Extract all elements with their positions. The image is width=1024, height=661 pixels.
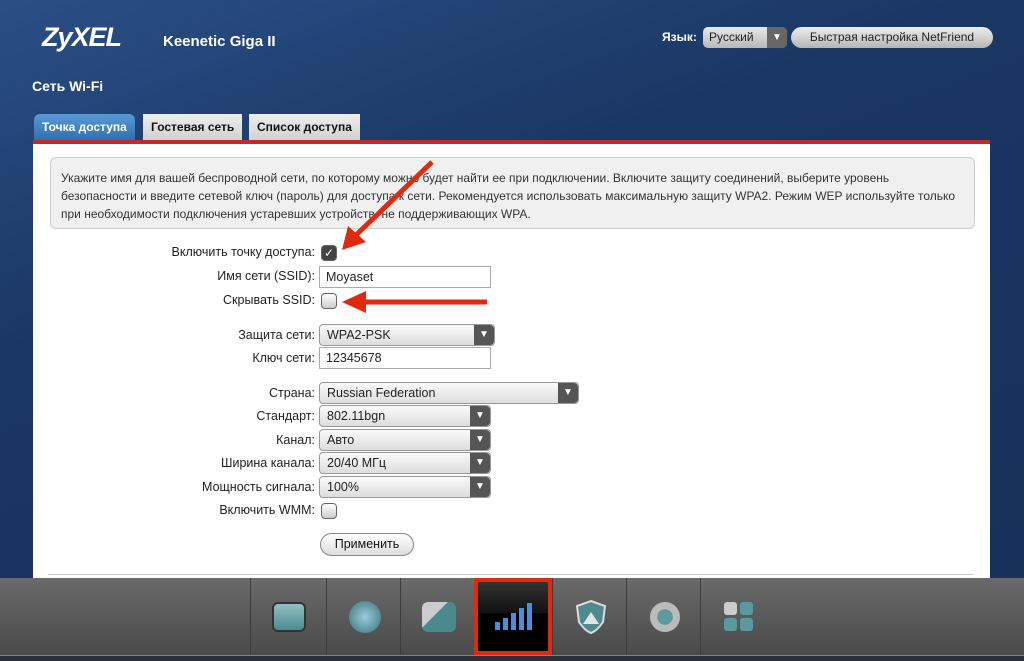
shield-icon <box>575 599 606 634</box>
network-computers-icon <box>421 601 456 632</box>
nav-wifi[interactable] <box>474 578 552 655</box>
nav-monitor[interactable] <box>250 578 326 655</box>
arrow-to-enable-ap <box>342 160 434 250</box>
gear-icon <box>649 601 680 632</box>
monitor-chart-icon <box>271 601 306 632</box>
bottom-strip <box>0 655 1024 661</box>
nav-home-network[interactable] <box>400 578 476 655</box>
nav-system[interactable] <box>626 578 702 655</box>
arrow-to-hide-ssid <box>342 291 487 313</box>
nav-security[interactable] <box>552 578 628 655</box>
nav-internet[interactable] <box>326 578 402 655</box>
wifi-signal-icon <box>495 602 532 630</box>
nav-apps[interactable] <box>700 578 776 655</box>
apps-grid-icon <box>723 601 753 631</box>
annotation-arrows <box>342 160 487 313</box>
globe-icon <box>348 600 381 633</box>
